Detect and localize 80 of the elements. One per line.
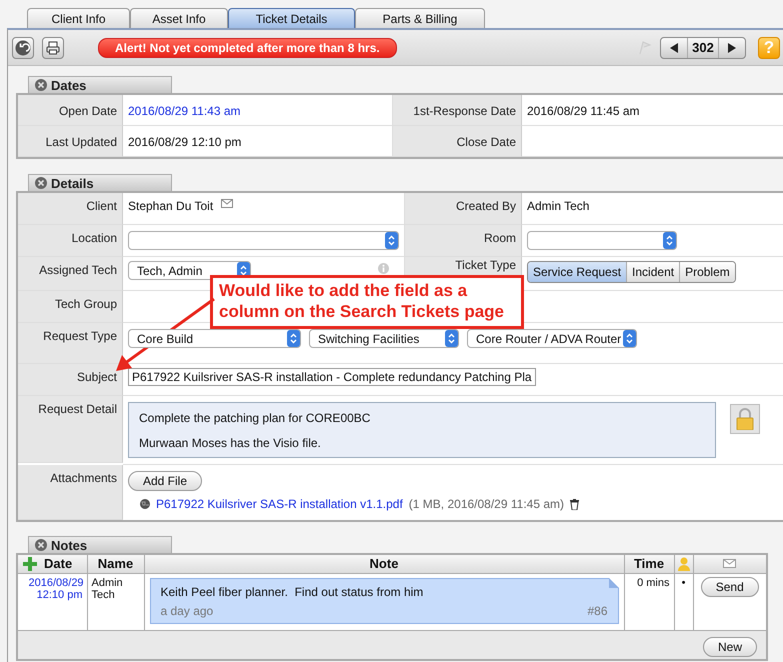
- tech-select[interactable]: Tech, Admin: [128, 261, 251, 280]
- field-label: Subject: [76, 370, 117, 384]
- client-name: Stephan Du Toit: [128, 199, 214, 213]
- segment-tab[interactable]: Incident: [626, 262, 680, 282]
- annotation-callout: Would like to add the field as a column on the Search Tickets page: [210, 275, 524, 329]
- mail-icon: [723, 559, 736, 568]
- field-label: Request Detail: [38, 402, 117, 416]
- ticket-number: 302: [687, 38, 719, 58]
- tab[interactable]: Client Info: [27, 8, 130, 28]
- section-title: Notes: [51, 538, 88, 552]
- field-label: Attachments: [50, 471, 117, 485]
- note-text: Keith Peel fiber planner. Find out status from him: [160, 584, 424, 598]
- stepper-icon: [445, 330, 458, 347]
- field-value: 2016/08/29 12:10 pm: [128, 135, 242, 149]
- file-link[interactable]: P617922 Kuilsriver SAS-R installation v1.1.pdf: [156, 497, 403, 511]
- field-label: Request Type: [43, 329, 117, 343]
- globe-icon: [140, 499, 150, 509]
- user-icon: [678, 556, 690, 571]
- field-label: Created By: [456, 199, 516, 213]
- printer-icon: [46, 40, 60, 54]
- close-icon[interactable]: [35, 79, 47, 91]
- trash-icon[interactable]: [570, 498, 579, 510]
- info-icon: [378, 263, 389, 274]
- field-label: Open Date: [18, 95, 123, 126]
- detail-line: Complete the patching plan for CORE00BC: [139, 411, 372, 425]
- segment-tab[interactable]: Problem: [679, 262, 735, 282]
- field-label: Tech Group: [54, 297, 117, 311]
- field-value: 2016/08/29 11:45 am: [527, 104, 640, 118]
- field-value: Admin Tech: [527, 199, 590, 213]
- field-label: 1st-Response Date: [393, 95, 522, 126]
- alert-badge: Alert! Not yet completed after more than 8 hrs.: [98, 38, 397, 58]
- stepper-icon: [663, 232, 676, 249]
- back-icon: [15, 40, 31, 56]
- add-file-button[interactable]: Add File: [128, 471, 202, 491]
- section-title: Details: [51, 176, 94, 190]
- tab[interactable]: Ticket Details: [228, 8, 355, 28]
- date-link[interactable]: 2016/08/29 11:43 am: [128, 104, 241, 118]
- note-time: 0 mins: [637, 576, 670, 588]
- field-label: Location: [72, 231, 117, 245]
- location-select[interactable]: [128, 231, 399, 250]
- column-header: Date: [44, 556, 72, 572]
- note-author: Admin Tech: [92, 576, 124, 600]
- close-icon[interactable]: [35, 177, 47, 189]
- stepper-icon: [287, 330, 300, 347]
- plus-icon[interactable]: [22, 556, 38, 572]
- request-type-select[interactable]: Core Build: [128, 329, 301, 348]
- left-triangle-icon: [670, 42, 678, 52]
- flag-icon: [638, 40, 652, 54]
- note-age: a day ago: [160, 604, 214, 618]
- new-button[interactable]: New: [702, 636, 757, 656]
- segment-tab[interactable]: Service Request: [528, 262, 626, 282]
- print-button[interactable]: [42, 36, 64, 58]
- stepper-icon: [385, 232, 398, 249]
- field-label: Ticket Type: [455, 258, 516, 272]
- column-header: Name: [98, 556, 134, 572]
- right-triangle-icon: [728, 42, 736, 52]
- back-button[interactable]: [12, 36, 34, 58]
- column-header: Note: [370, 556, 398, 572]
- subject-field[interactable]: P617922 Kuilsriver SAS-R installation - Complete redundancy Patching Pla: [128, 368, 536, 386]
- room-select[interactable]: [527, 231, 677, 250]
- note-number: #86: [587, 604, 608, 618]
- tab[interactable]: Asset Info: [130, 8, 228, 28]
- field-label: Client: [86, 199, 117, 213]
- tab[interactable]: Parts & Billing: [355, 8, 485, 28]
- send-button[interactable]: Send: [700, 576, 759, 596]
- detail-line: Murwaan Moses has the Visio file.: [139, 436, 322, 450]
- request-type-select[interactable]: Core Router / ADVA Router: [467, 329, 637, 348]
- field-label: Assigned Tech: [39, 263, 117, 277]
- section-title: Dates: [51, 78, 86, 92]
- field-label: Last Updated: [18, 126, 123, 157]
- request-type-select[interactable]: Switching Facilities: [309, 329, 459, 348]
- private-dot: •: [682, 576, 686, 588]
- field-label: Room: [484, 231, 516, 245]
- close-icon[interactable]: [35, 539, 47, 551]
- padlock-icon: [736, 408, 754, 430]
- mail-icon[interactable]: [221, 199, 234, 208]
- column-header: Time: [634, 556, 664, 572]
- file-info: (1 MB, 2016/08/29 11:45 am): [408, 497, 564, 511]
- stepper-icon: [623, 330, 636, 347]
- field-label: Close Date: [393, 126, 522, 157]
